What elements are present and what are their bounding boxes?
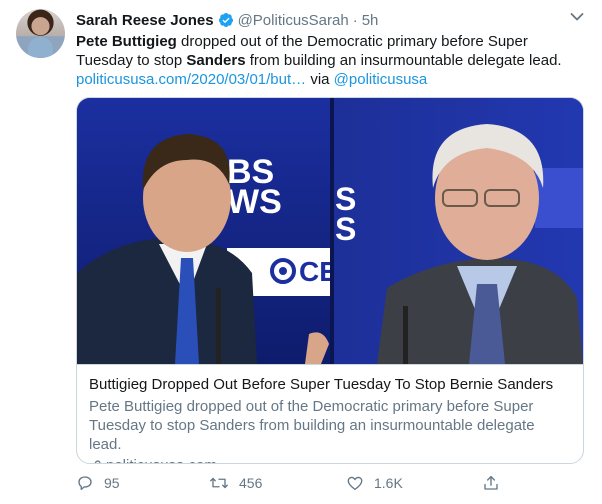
retweet-button[interactable]: 456 xyxy=(209,474,262,492)
chevron-down-icon[interactable] xyxy=(570,12,584,22)
tweet-actions: 95 456 1.6K xyxy=(76,474,576,496)
link-icon xyxy=(94,460,101,463)
via-handle-link[interactable]: @politicususa xyxy=(334,71,428,88)
tweet-text: Pete Buttigieg dropped out of the Democr… xyxy=(76,32,576,89)
tweet[interactable]: Sarah Reese Jones @PoliticusSarah · 5h P… xyxy=(0,0,602,504)
author-handle[interactable]: @PoliticusSarah xyxy=(238,12,349,29)
tweet-header: Sarah Reese Jones @PoliticusSarah · 5h xyxy=(76,10,378,30)
mention-sanders: Sanders xyxy=(186,52,246,69)
card-description: Pete Buttigieg dropped out of the Democr… xyxy=(89,398,535,453)
verified-badge-icon xyxy=(218,13,233,27)
retweet-count: 456 xyxy=(239,475,263,491)
mention-buttigieg: Pete Buttigieg xyxy=(76,33,177,50)
retweet-icon xyxy=(210,477,228,489)
share-button[interactable] xyxy=(482,474,510,492)
like-count: 1.6K xyxy=(374,475,403,491)
card-image-illustration: CE BS WS SS xyxy=(77,98,583,364)
tweet-timestamp[interactable]: 5h xyxy=(362,12,379,29)
article-link[interactable]: politicususa.com/2020/03/01/but… xyxy=(76,71,306,88)
tweet-text-part: from building an insurmountable delegate… xyxy=(245,52,562,69)
reply-count: 95 xyxy=(104,475,120,491)
avatar[interactable] xyxy=(16,9,65,58)
reply-icon xyxy=(78,476,92,491)
card-domain: politicususa.com xyxy=(89,456,571,463)
svg-text:SS: SS xyxy=(335,181,356,247)
svg-text:BSWS: BS WS xyxy=(227,153,282,221)
card-title[interactable]: Buttigieg Dropped Out Before Super Tuesd… xyxy=(89,375,571,395)
link-card[interactable]: CE BS WS SS Buttigieg Dropped Out Before… xyxy=(76,97,584,464)
via-text: via xyxy=(306,71,334,88)
author-name[interactable]: Sarah Reese Jones xyxy=(76,12,214,29)
header-separator: · xyxy=(352,11,358,29)
like-button[interactable]: 1.6K xyxy=(346,474,403,492)
share-icon xyxy=(484,475,498,490)
reply-button[interactable]: 95 xyxy=(76,474,120,492)
card-image[interactable]: CE BS WS SS xyxy=(77,98,583,364)
heart-icon xyxy=(347,476,363,491)
card-domain-text: politicususa.com xyxy=(106,456,217,463)
card-body[interactable]: Buttigieg Dropped Out Before Super Tuesd… xyxy=(77,364,583,463)
